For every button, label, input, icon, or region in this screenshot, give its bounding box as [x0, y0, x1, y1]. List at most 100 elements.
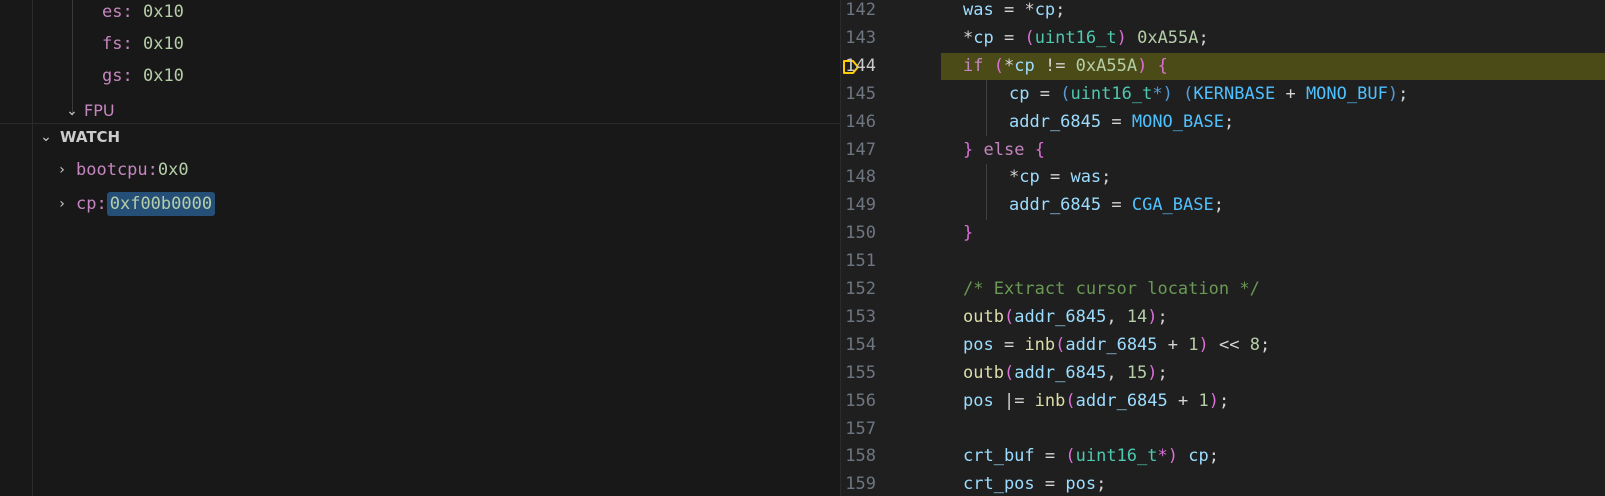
- fpu-group[interactable]: ⌄ FPU: [64, 101, 115, 120]
- watch-item-bootcpu[interactable]: › bootcpu: 0x0: [54, 160, 188, 180]
- register-fs[interactable]: fs: 0x10: [102, 34, 184, 54]
- code-token: ): [1198, 334, 1209, 355]
- code-token: crt_pos: [963, 474, 1035, 495]
- fpu-label: FPU: [84, 101, 115, 120]
- code-line-143[interactable]: *cp = (uint16_t) 0xA55A;: [963, 28, 1209, 48]
- code-token: was: [1070, 167, 1102, 188]
- code-line-152[interactable]: /* Extract cursor location */: [963, 279, 1260, 299]
- line-number: 157: [845, 418, 876, 439]
- code-line-148[interactable]: *cp = was;: [1009, 167, 1111, 187]
- chevron-right-icon[interactable]: ›: [54, 196, 70, 212]
- register-name: gs: [102, 66, 123, 86]
- code-token: MONO_BASE: [1131, 111, 1224, 132]
- code-token: ;: [1259, 334, 1271, 355]
- code-line-147[interactable]: } else {: [963, 140, 1045, 160]
- code-line-155[interactable]: outb(addr_6845, 15);: [963, 363, 1168, 383]
- code-line-154[interactable]: pos = inb(addr_6845 + 1) << 8;: [963, 335, 1270, 355]
- code-token: ;: [1157, 306, 1168, 327]
- code-token: addr_6845: [1075, 390, 1168, 411]
- code-token: =: [993, 334, 1025, 355]
- code-token: cp: [1034, 0, 1056, 20]
- code-token: =: [1029, 83, 1061, 104]
- code-token: =: [1034, 446, 1066, 467]
- watch-item-cp[interactable]: › cp: 0xf00b0000: [54, 192, 216, 216]
- separator: :: [96, 194, 107, 214]
- code-token: |=: [993, 390, 1035, 411]
- code-token: pos: [963, 334, 994, 355]
- register-value: 0x10: [142, 66, 184, 86]
- code-token: {: [1157, 55, 1168, 76]
- code-token: ;: [1198, 27, 1209, 48]
- code-token: ): [1147, 306, 1158, 327]
- register-gs[interactable]: gs: 0x10: [102, 66, 184, 86]
- line-number: 159: [845, 474, 876, 495]
- register-name: es: [102, 2, 123, 22]
- code-token: *: [1003, 55, 1015, 76]
- code-token: if: [963, 55, 984, 76]
- code-line-145[interactable]: cp = (uint16_t*) (KERNBASE + MONO_BUF);: [1009, 84, 1408, 104]
- code-token: outb: [963, 306, 1004, 327]
- code-token: ;: [1096, 474, 1107, 495]
- code-line-156[interactable]: pos |= inb(addr_6845 + 1);: [963, 391, 1229, 411]
- code-token: addr_6845: [1065, 334, 1158, 355]
- code-line-144[interactable]: if (*cp != 0xA55A) {: [963, 56, 1168, 76]
- code-token: MONO_BUF: [1305, 83, 1388, 104]
- code-token: addr_6845: [1009, 111, 1102, 132]
- code-token: uint16_t: [1034, 27, 1117, 48]
- code-token: 14: [1126, 306, 1148, 327]
- line-number: 148: [845, 167, 876, 188]
- code-token: addr_6845: [1014, 362, 1107, 383]
- watch-title: WATCH: [60, 128, 121, 146]
- code-token: addr_6845: [1009, 195, 1102, 216]
- code-token: 1: [1198, 390, 1209, 411]
- code-line-142[interactable]: was = *cp;: [963, 0, 1065, 20]
- line-number: 149: [845, 195, 876, 216]
- code-token: }: [963, 139, 974, 160]
- watch-section-header[interactable]: ⌄ WATCH: [38, 128, 120, 146]
- line-number: 143: [845, 27, 876, 48]
- tree-indent-guide: [72, 0, 73, 116]
- code-token: CGA_BASE: [1131, 195, 1214, 216]
- code-token: cp: [1019, 167, 1040, 188]
- code-token: 15: [1126, 362, 1148, 383]
- line-number: 150: [845, 223, 876, 244]
- code-line-158[interactable]: crt_buf = (uint16_t*) cp;: [963, 446, 1219, 466]
- code-token: (: [1065, 390, 1076, 411]
- code-token: ): [1137, 55, 1148, 76]
- code-token: addr_6845: [1014, 306, 1107, 327]
- watch-value-selected[interactable]: 0xf00b0000: [106, 192, 216, 216]
- code-line-149[interactable]: addr_6845 = CGA_BASE;: [1009, 195, 1224, 215]
- code-line-159[interactable]: crt_pos = pos;: [963, 474, 1106, 494]
- code-token: =: [1101, 111, 1132, 132]
- watch-expression: bootcpu: [76, 160, 148, 180]
- code-token: }: [963, 223, 974, 244]
- register-es[interactable]: es: 0x10: [102, 2, 184, 22]
- code-line-153[interactable]: outb(addr_6845, 14);: [963, 307, 1168, 327]
- code-token: (: [1003, 306, 1015, 327]
- code-line-150[interactable]: }: [963, 223, 973, 243]
- code-token: (: [1183, 83, 1194, 104]
- code-token: =: [1034, 474, 1066, 495]
- code-token: inb: [1034, 390, 1066, 411]
- code-token: (: [1024, 27, 1035, 48]
- code-token: ;: [1101, 167, 1112, 188]
- separator: :: [122, 2, 143, 22]
- code-line-146[interactable]: addr_6845 = MONO_BASE;: [1009, 112, 1234, 132]
- line-number: 142: [845, 0, 876, 20]
- code-token: crt_buf: [963, 446, 1035, 467]
- code-token: ;: [1157, 362, 1168, 383]
- code-token: (: [1065, 446, 1076, 467]
- line-number: 144: [845, 55, 876, 76]
- line-number: 156: [845, 390, 876, 411]
- chevron-down-icon: ⌄: [40, 129, 52, 145]
- code-token: else: [983, 139, 1025, 160]
- chevron-right-icon[interactable]: ›: [54, 162, 70, 178]
- code-token: *): [1152, 83, 1173, 104]
- code-token: =: [993, 0, 1025, 20]
- code-token: inb: [1024, 334, 1056, 355]
